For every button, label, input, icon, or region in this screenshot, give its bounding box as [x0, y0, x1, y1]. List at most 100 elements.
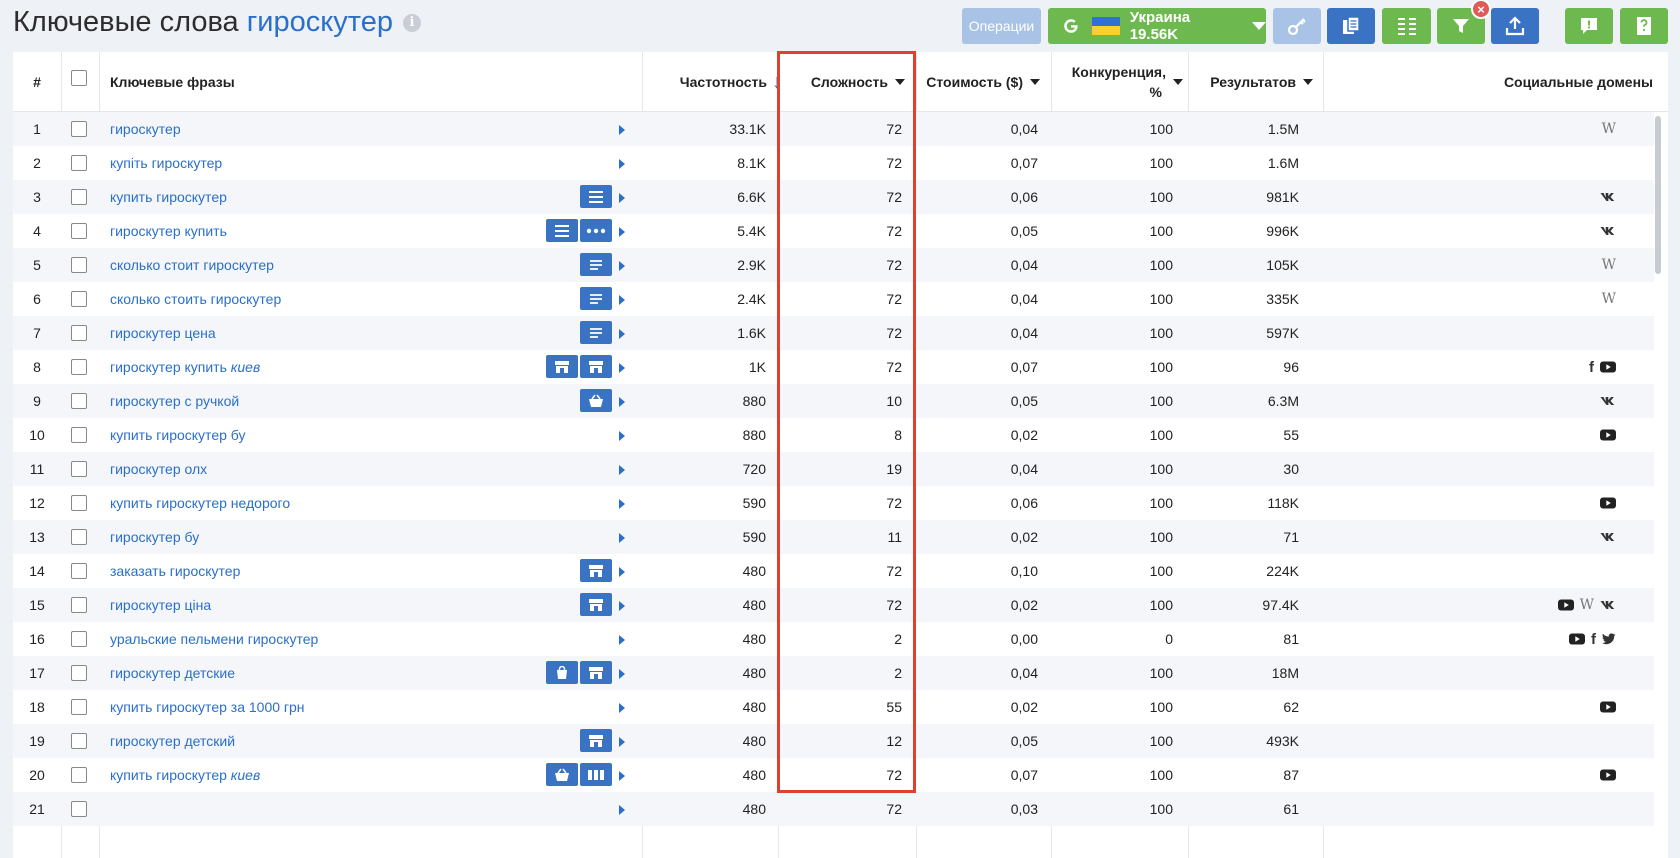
keyword-phrase-link[interactable]: гироскутер бу: [110, 520, 199, 554]
expand-arrow-icon[interactable]: [619, 261, 625, 271]
keyword-phrase-link[interactable]: сколько стоит гироскутер: [110, 248, 274, 282]
facebook-icon[interactable]: f: [1591, 631, 1596, 648]
keyword-phrase-link[interactable]: гироскутер: [110, 112, 181, 146]
wikipedia-icon[interactable]: W: [1580, 597, 1594, 613]
copy-button[interactable]: [1327, 8, 1375, 44]
table-row[interactable]: 8 гироскутер купить киев 1K 72 0,07 100 96 f: [13, 350, 1654, 384]
row-checkbox[interactable]: [71, 155, 87, 171]
expand-arrow-icon[interactable]: [619, 499, 625, 509]
expand-arrow-icon[interactable]: [619, 159, 625, 169]
row-checkbox[interactable]: [71, 733, 87, 749]
keyword-phrase-link[interactable]: гироскутер купить: [110, 214, 227, 248]
store-feature-icon[interactable]: [580, 661, 612, 684]
info-icon[interactable]: i: [402, 13, 421, 32]
keyword-phrase-link[interactable]: купіть гироскутер: [110, 146, 222, 180]
help-button[interactable]: [1620, 8, 1668, 44]
snippet-feature-icon[interactable]: [580, 321, 612, 344]
column-header-competition[interactable]: Конкуренция, %: [1053, 52, 1183, 112]
table-row[interactable]: 10 купить гироскутер бу 880 8 0,02 100 55: [13, 418, 1654, 452]
expand-arrow-icon[interactable]: [619, 329, 625, 339]
basket-feature-icon[interactable]: [580, 389, 612, 412]
expand-arrow-icon[interactable]: [619, 227, 625, 237]
carousel-feature-icon[interactable]: [580, 763, 612, 786]
clear-filter-icon[interactable]: ×: [1471, 0, 1491, 19]
youtube-icon[interactable]: [1600, 429, 1616, 441]
expand-arrow-icon[interactable]: [619, 601, 625, 611]
expand-arrow-icon[interactable]: [619, 805, 625, 815]
table-row[interactable]: 7 гироскутер цена 1.6K 72 0,04 100 597K: [13, 316, 1654, 350]
expand-arrow-icon[interactable]: [619, 635, 625, 645]
table-row[interactable]: 13 гироскутер бу 590 11 0,02 100 71: [13, 520, 1654, 554]
youtube-icon[interactable]: [1600, 361, 1616, 373]
snippet-feature-icon[interactable]: [580, 287, 612, 310]
column-header-cost[interactable]: Стоимость ($): [913, 52, 1040, 112]
country-database-dropdown[interactable]: Украина 19.56K: [1048, 8, 1266, 44]
table-row[interactable]: 6 сколько стоить гироскутер 2.4K 72 0,04 100 3…: [13, 282, 1654, 316]
table-row[interactable]: 18 купить гироскутер за 1000 грн 480 55 0,02…: [13, 690, 1654, 724]
youtube-icon[interactable]: [1600, 497, 1616, 509]
keyword-phrase-link[interactable]: гироскутер детский: [110, 724, 235, 758]
page-title-keyword[interactable]: гироскутер: [247, 6, 393, 39]
facebook-icon[interactable]: f: [1589, 359, 1594, 376]
row-checkbox[interactable]: [71, 461, 87, 477]
row-checkbox[interactable]: [71, 495, 87, 511]
table-row[interactable]: 20 купить гироскутер киев 480 72 0,07 100 87: [13, 758, 1654, 792]
expand-arrow-icon[interactable]: [619, 771, 625, 781]
table-row[interactable]: 3 купить гироскутер 6.6K 72 0,06 100 981K: [13, 180, 1654, 214]
keyword-phrase-link[interactable]: гироскутер цена: [110, 316, 216, 350]
basket-feature-icon[interactable]: [546, 763, 578, 786]
vk-icon[interactable]: [1600, 226, 1616, 236]
keyword-phrase-link[interactable]: гироскутер детские: [110, 656, 235, 690]
youtube-icon[interactable]: [1600, 701, 1616, 713]
column-header-results[interactable]: Результатов: [1188, 52, 1313, 112]
alert-button[interactable]: [1565, 8, 1613, 44]
wikipedia-icon[interactable]: W: [1602, 291, 1616, 307]
table-row[interactable]: 21 480 72 0,03 100 61: [13, 792, 1654, 826]
row-checkbox[interactable]: [71, 427, 87, 443]
more-feature-icon[interactable]: [580, 219, 612, 242]
columns-button[interactable]: [1382, 8, 1431, 44]
row-checkbox[interactable]: [71, 529, 87, 545]
store-feature-icon[interactable]: [580, 593, 612, 616]
expand-arrow-icon[interactable]: [619, 125, 625, 135]
keyword-phrase-link[interactable]: гироскутер купить киев: [110, 350, 260, 384]
row-checkbox[interactable]: [71, 325, 87, 341]
bag-feature-icon[interactable]: [546, 661, 578, 684]
expand-arrow-icon[interactable]: [619, 363, 625, 373]
table-row[interactable]: 1 гироскутер 33.1K 72 0,04 100 1.5M W: [13, 112, 1654, 146]
row-checkbox[interactable]: [71, 291, 87, 307]
vk-icon[interactable]: [1600, 532, 1616, 542]
keyword-phrase-link[interactable]: купить гироскутер недорого: [110, 486, 290, 520]
twitter-icon[interactable]: [1602, 633, 1616, 645]
keyword-phrase-link[interactable]: гироскутер с ручкой: [110, 384, 239, 418]
store-feature-icon[interactable]: [546, 355, 578, 378]
expand-arrow-icon[interactable]: [619, 703, 625, 713]
list-feature-icon[interactable]: [546, 219, 578, 242]
table-row[interactable]: 14 заказать гироскутер 480 72 0,10 100 224K: [13, 554, 1654, 588]
youtube-icon[interactable]: [1600, 769, 1616, 781]
table-row[interactable]: 19 гироскутер детский 480 12 0,05 100 493K: [13, 724, 1654, 758]
table-row[interactable]: 9 гироскутер с ручкой 880 10 0,05 100 6.3M: [13, 384, 1654, 418]
snippet-feature-icon[interactable]: [580, 253, 612, 276]
row-checkbox[interactable]: [71, 767, 87, 783]
keyword-phrase-link[interactable]: купить гироскутер бу: [110, 418, 246, 452]
vk-icon[interactable]: [1600, 600, 1616, 610]
expand-arrow-icon[interactable]: [619, 397, 625, 407]
row-checkbox[interactable]: [71, 257, 87, 273]
key-button[interactable]: [1273, 8, 1321, 44]
row-checkbox[interactable]: [71, 597, 87, 613]
table-row[interactable]: 17 гироскутер детские 480 2 0,04 100 18M: [13, 656, 1654, 690]
expand-arrow-icon[interactable]: [619, 533, 625, 543]
vk-icon[interactable]: [1600, 396, 1616, 406]
keyword-phrase-link[interactable]: заказать гироскутер: [110, 554, 240, 588]
table-row[interactable]: 4 гироскутер купить 5.4K 72 0,05 100 996K: [13, 214, 1654, 248]
vertical-scrollbar[interactable]: [1651, 112, 1668, 806]
table-row[interactable]: 12 купить гироскутер недорого 590 72 0,06 100…: [13, 486, 1654, 520]
row-checkbox[interactable]: [71, 393, 87, 409]
expand-arrow-icon[interactable]: [619, 431, 625, 441]
row-checkbox[interactable]: [71, 699, 87, 715]
row-checkbox[interactable]: [71, 665, 87, 681]
expand-arrow-icon[interactable]: [619, 669, 625, 679]
table-row[interactable]: 16 уральские пельмени гироскутер 480 2 0,00 0…: [13, 622, 1654, 656]
row-checkbox[interactable]: [71, 121, 87, 137]
